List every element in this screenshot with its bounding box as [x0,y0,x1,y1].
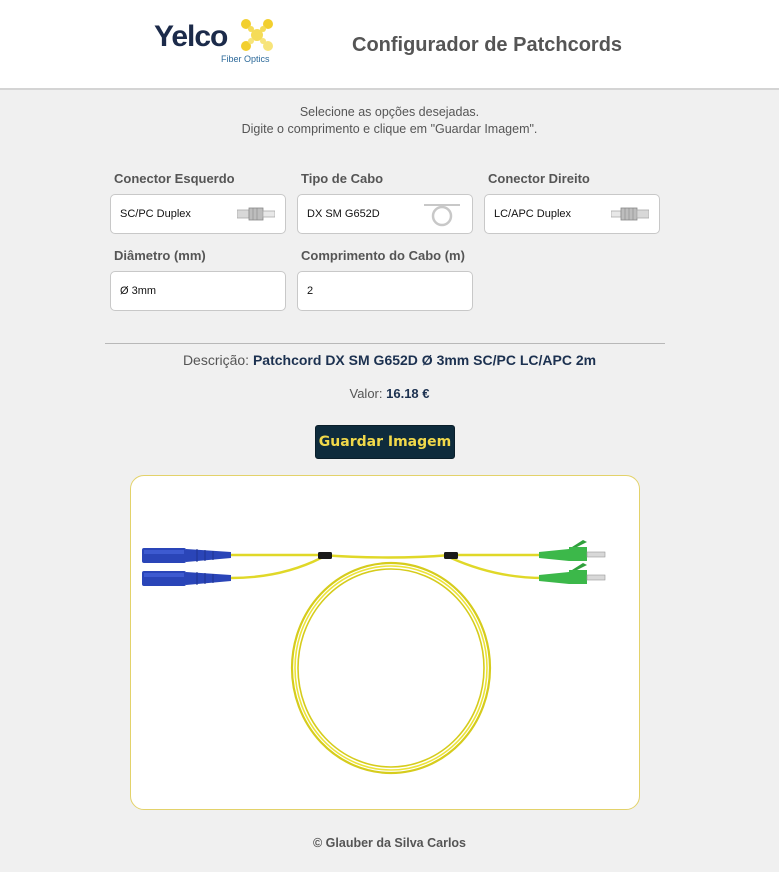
instructions: Selecione as opções desejadas. Digite o … [0,104,779,138]
breakout-sleeve-left [318,552,332,559]
length-label: Comprimento do Cabo (m) [301,248,465,263]
instructions-line-2: Digite o comprimento e clique em "Guarda… [241,122,538,136]
connector-icon [611,207,649,221]
length-input[interactable]: 2 [297,271,473,311]
app-header: Yelco Fiber Optics Configurador de Patch… [0,0,779,90]
logo-wordmark: Yelco [154,20,228,53]
logo-tagline: Fiber Optics [221,54,270,64]
patchcord-illustration [142,540,606,775]
connector-icon [237,207,275,221]
left-sc-connector-top [142,548,231,563]
price-line: Valor: 16.18 € [0,386,779,401]
right-lc-connector-top [539,540,606,561]
diameter-select[interactable]: Ø 3mm [110,271,286,311]
price-value: 16.18 € [386,386,430,401]
right-connector-label: Conector Direito [488,171,590,186]
left-connector-label: Conector Esquerdo [114,171,235,186]
diameter-label: Diâmetro (mm) [114,248,206,263]
cable-coil-icon [424,204,460,227]
description-line: Descrição: Patchcord DX SM G652D Ø 3mm S… [0,352,779,368]
logo-x-icon [241,19,273,51]
breakout-sleeve-right [444,552,458,559]
length-value: 2 [307,285,314,297]
cable-type-select[interactable]: DX SM G652D [297,194,473,234]
right-connector-select[interactable]: LC/APC Duplex [484,194,660,234]
save-image-button[interactable]: Guardar Imagem [315,425,455,459]
left-connector-select[interactable]: SC/PC Duplex [110,194,286,234]
cable-type-label: Tipo de Cabo [301,171,384,186]
description-label: Descrição: [182,352,250,368]
description-value: Patchcord DX SM G652D Ø 3mm SC/PC LC/APC… [252,352,597,368]
patchcord-preview [130,475,640,810]
right-lc-connector-bottom [539,563,606,584]
footer-credit: © Glauber da Silva Carlos [312,836,466,850]
left-sc-connector-bottom [142,571,231,586]
page-title: Configurador de Patchcords [352,34,623,56]
price-label: Valor: [349,386,383,401]
diameter-value: Ø 3mm [120,285,157,297]
divider [105,343,665,344]
yelco-logo: Yelco Fiber Optics [154,18,279,68]
instructions-line-1: Selecione as opções desejadas. [299,105,480,119]
